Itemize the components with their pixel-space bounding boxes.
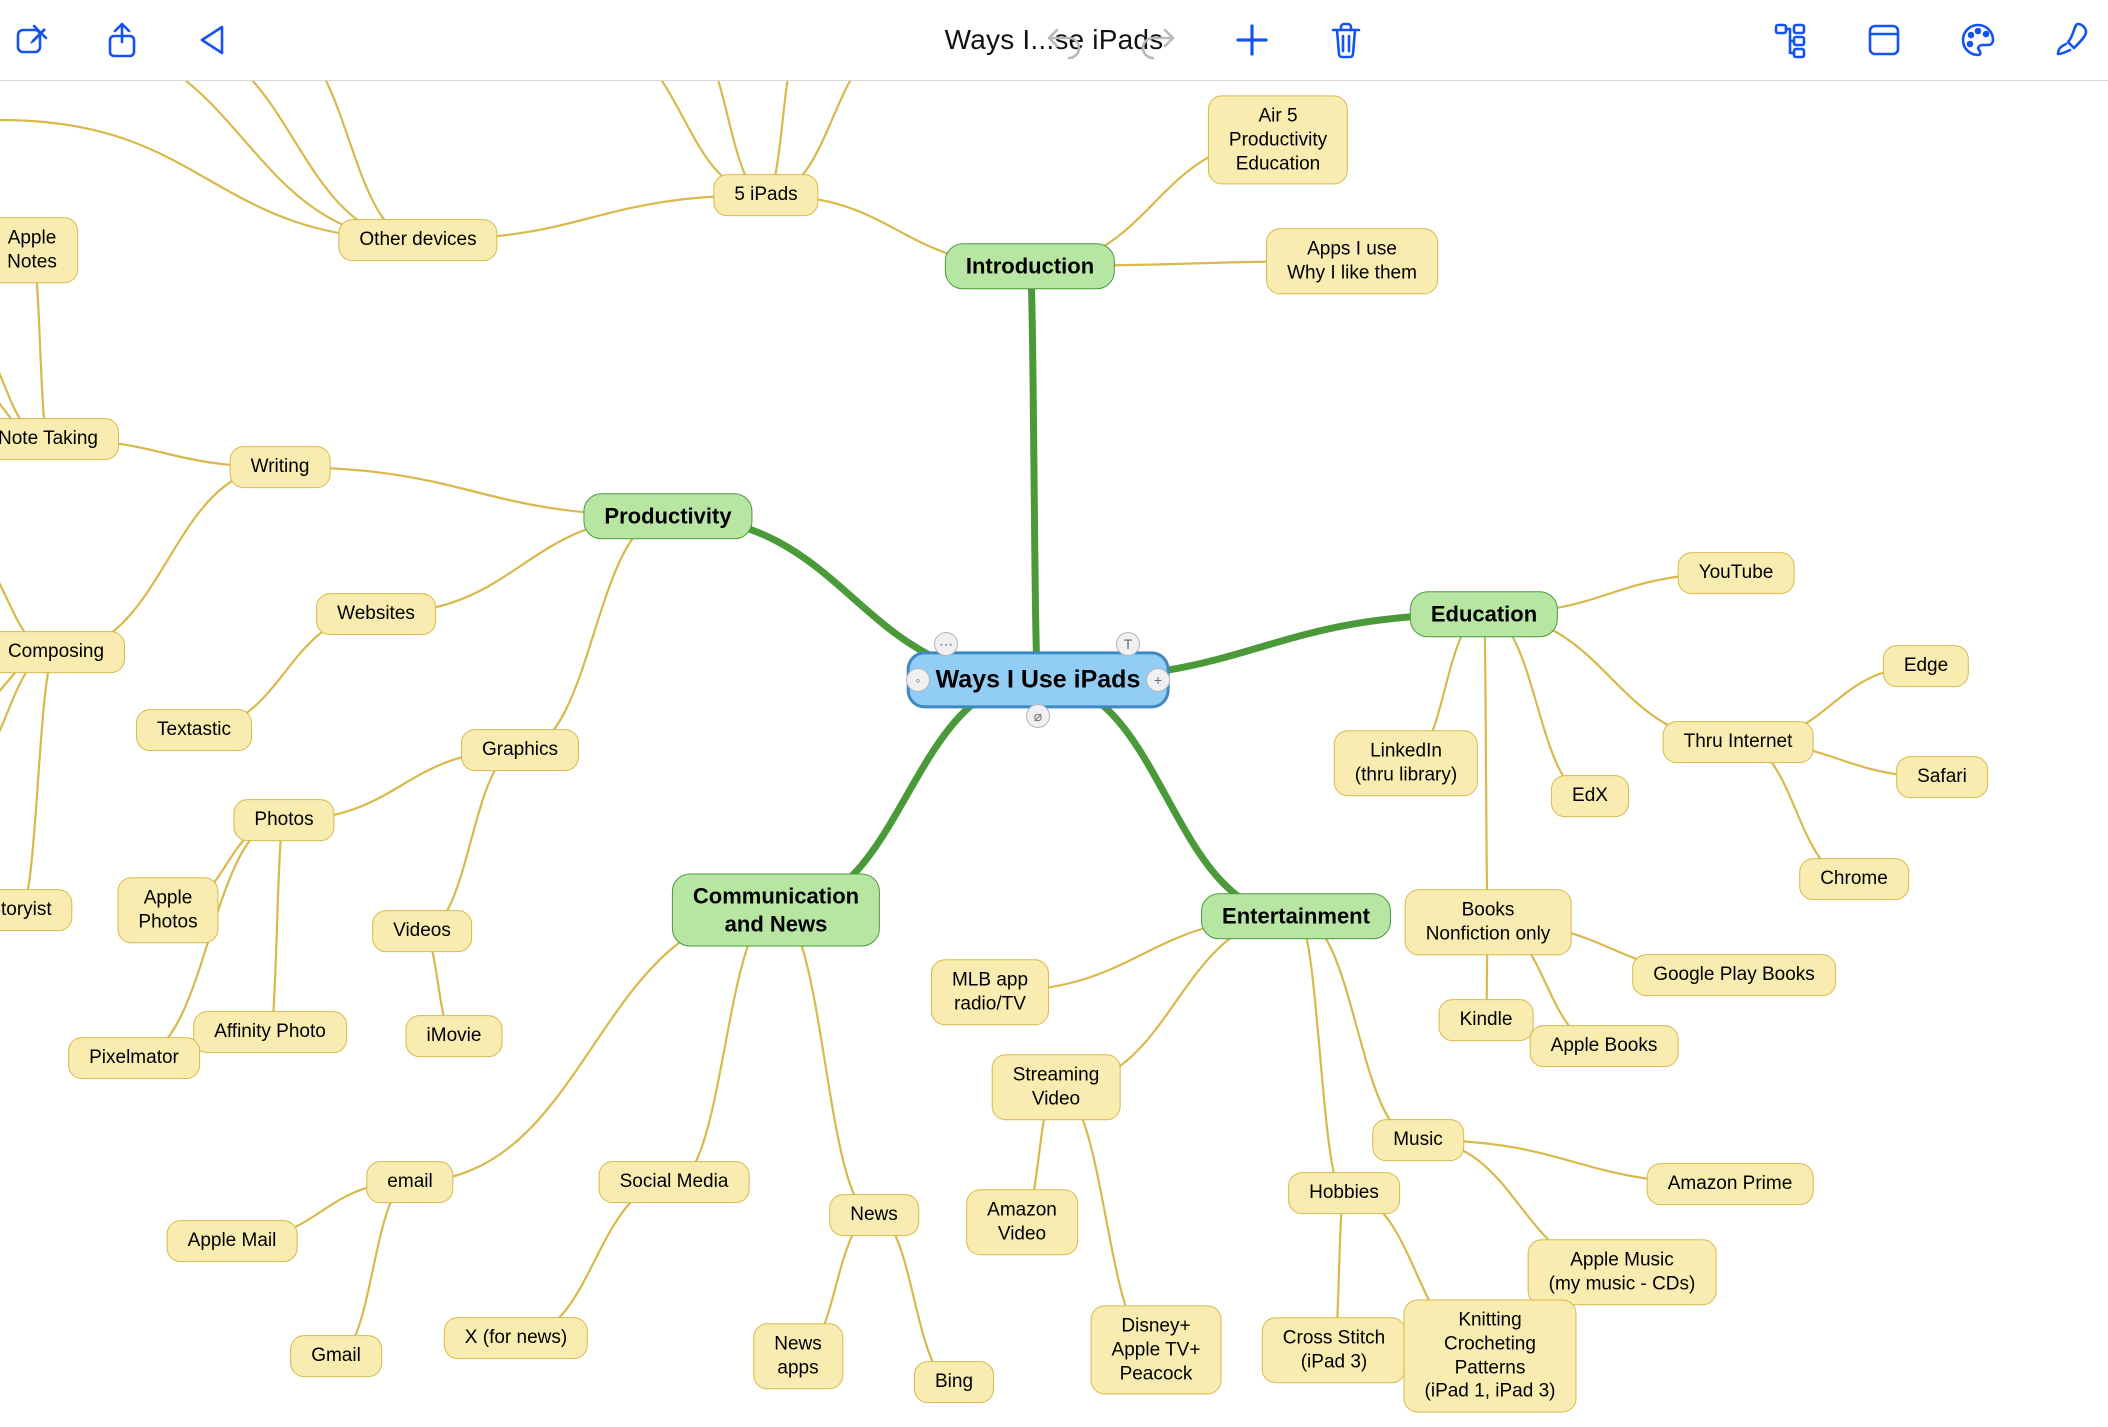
node-int_edge[interactable]: Edge (1883, 645, 1969, 687)
node-prod_writing[interactable]: Writing (230, 446, 331, 488)
node-intro_5ipads[interactable]: 5 iPads (713, 174, 818, 216)
toolbar-left-group (6, 14, 238, 66)
node-prod_websites[interactable]: Websites (316, 593, 436, 635)
node-wr_storyist[interactable]: Storyist (0, 889, 73, 931)
node-entertainment[interactable]: Entertainment (1201, 893, 1391, 939)
node-edu_books[interactable]: Books Nonfiction only (1405, 889, 1572, 955)
node-education[interactable]: Education (1410, 591, 1558, 637)
node-nw_newsapps[interactable]: News apps (753, 1323, 843, 1389)
add-icon[interactable] (1226, 14, 1278, 66)
back-icon[interactable] (186, 14, 238, 66)
node-ent_mlb[interactable]: MLB app radio/TV (931, 959, 1049, 1025)
node-ph_affinity[interactable]: Affinity Photo (193, 1011, 347, 1053)
node-wr_composing[interactable]: Composing (0, 631, 125, 673)
redo-icon[interactable] (1132, 14, 1184, 66)
node-int_chrome[interactable]: Chrome (1799, 858, 1909, 900)
node-cn_social[interactable]: Social Media (599, 1161, 750, 1203)
node-em_applemail[interactable]: Apple Mail (167, 1220, 298, 1262)
toolbar-center-group (1038, 14, 1372, 66)
node-edu_youtube[interactable]: YouTube (1678, 552, 1795, 594)
node-prod_graphics[interactable]: Graphics (461, 729, 579, 771)
selection-handle[interactable]: + (1146, 668, 1170, 692)
node-introduction[interactable]: Introduction (945, 243, 1115, 289)
node-bk_kindle[interactable]: Kindle (1439, 999, 1534, 1041)
node-cn_news[interactable]: News (829, 1194, 919, 1236)
node-hb_cross[interactable]: Cross Stitch (iPad 3) (1262, 1317, 1406, 1383)
trash-icon[interactable] (1320, 14, 1372, 66)
node-nw_bing[interactable]: Bing (914, 1361, 994, 1403)
node-vd_imovie[interactable]: iMovie (406, 1015, 503, 1057)
node-edu_linkedin[interactable]: LinkedIn (thru library) (1334, 730, 1478, 796)
node-hb_knit[interactable]: Knitting Crocheting Patterns (iPad 1, iP… (1404, 1300, 1577, 1413)
selection-handle[interactable]: ⌀ (1026, 704, 1050, 728)
selection-handle[interactable]: ⋯ (934, 632, 958, 656)
node-edu_edx[interactable]: EdX (1551, 775, 1629, 817)
toolbar-right-group (1764, 14, 2098, 66)
node-st_amazon[interactable]: Amazon Video (966, 1189, 1078, 1255)
node-so_xnews[interactable]: X (for news) (444, 1317, 588, 1359)
node-cn_email[interactable]: email (366, 1161, 453, 1203)
node-wr_notetaking[interactable]: Note Taking (0, 418, 119, 460)
node-ent_music[interactable]: Music (1372, 1119, 1464, 1161)
notes-icon[interactable] (1858, 14, 1910, 66)
node-bk_playbooks[interactable]: Google Play Books (1632, 954, 1836, 996)
node-ph_pixelmator[interactable]: Pixelmator (68, 1037, 200, 1079)
node-intro_air5[interactable]: Air 5 Productivity Education (1208, 95, 1348, 184)
outline-icon[interactable] (1764, 14, 1816, 66)
node-wr_applenotes[interactable]: Apple Notes (0, 217, 78, 283)
node-ent_stream[interactable]: Streaming Video (992, 1054, 1121, 1120)
node-int_safari[interactable]: Safari (1896, 756, 1988, 798)
node-em_gmail[interactable]: Gmail (290, 1335, 382, 1377)
node-ent_hobbies[interactable]: Hobbies (1288, 1172, 1400, 1214)
palette-icon[interactable] (1952, 14, 2004, 66)
node-edu_internet[interactable]: Thru Internet (1663, 721, 1814, 763)
format-brush-icon[interactable] (2046, 14, 2098, 66)
node-productivity[interactable]: Productivity (583, 493, 752, 539)
node-ws_textastic[interactable]: Textastic (136, 709, 252, 751)
mindmap-canvas[interactable]: Ways I Use iPads Introduction Productivity… (0, 80, 2108, 1427)
selection-handle[interactable]: ◦ (906, 668, 930, 692)
node-intro_otherdev[interactable]: Other devices (338, 219, 497, 261)
node-intro_apps[interactable]: Apps I use Why I like them (1266, 228, 1438, 294)
node-st_disney[interactable]: Disney+ Apple TV+ Peacock (1091, 1305, 1222, 1394)
toolbar: Ways I...se iPads (0, 0, 2108, 81)
node-mu_applemusic[interactable]: Apple Music (my music - CDs) (1528, 1239, 1717, 1305)
share-icon[interactable] (96, 14, 148, 66)
node-commnews[interactable]: Communication and News (672, 874, 880, 947)
node-ph_applephotos[interactable]: Apple Photos (117, 877, 218, 943)
compose-icon[interactable] (6, 14, 58, 66)
undo-icon[interactable] (1038, 14, 1090, 66)
node-gr_photos[interactable]: Photos (233, 799, 334, 841)
node-gr_videos[interactable]: Videos (372, 910, 472, 952)
node-bk_applebooks[interactable]: Apple Books (1530, 1025, 1679, 1067)
node-mu_prime[interactable]: Amazon Prime (1647, 1163, 1814, 1205)
selection-handle[interactable]: T (1116, 632, 1140, 656)
node-root[interactable]: Ways I Use iPads (909, 653, 1168, 706)
